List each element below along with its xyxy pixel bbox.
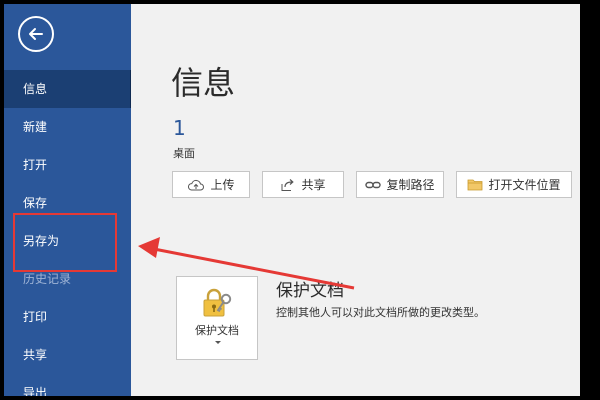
app-window: 信息 新建 打开 保存 另存为 历史记录 打印 共享 导出 信息 1 桌面 上传 xyxy=(4,4,596,396)
annotation-arrow xyxy=(138,237,355,290)
window-edge xyxy=(580,4,596,396)
